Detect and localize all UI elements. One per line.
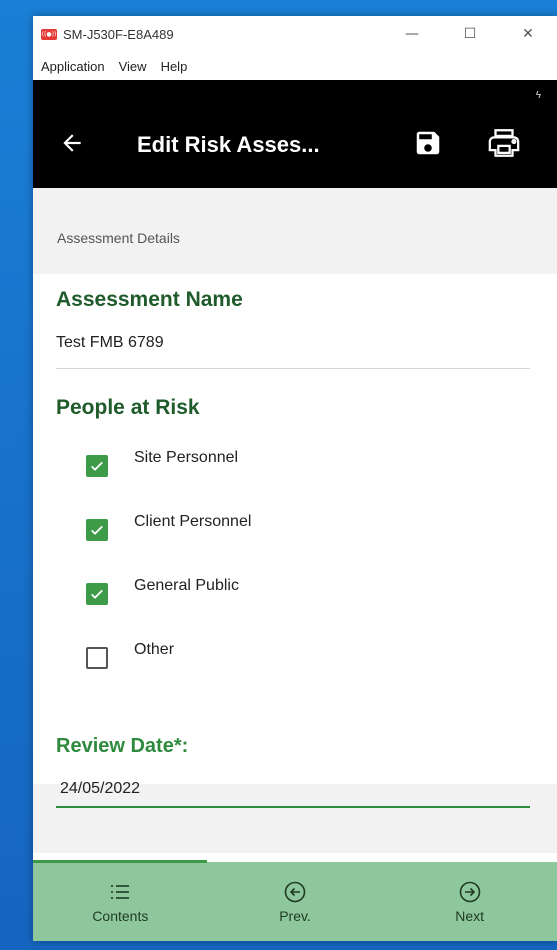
checkbox-general-public[interactable]: General Public bbox=[86, 574, 486, 605]
minimize-button[interactable]: — bbox=[383, 16, 441, 52]
window-title: SM-J530F-E8A489 bbox=[63, 26, 174, 42]
title-bar: ((●)) SM-J530F-E8A489 — ☐ ✕ bbox=[33, 16, 557, 52]
checkbox-site-personnel[interactable]: Site Personnel bbox=[86, 446, 486, 477]
bottom-nav: Contents Prev. Next bbox=[33, 860, 557, 941]
checkbox-checked-icon[interactable] bbox=[86, 455, 108, 477]
page-title: Edit Risk Asses... bbox=[137, 132, 320, 157]
people-at-risk-label: People at Risk bbox=[56, 396, 200, 419]
checkbox-client-personnel[interactable]: Client Personnel bbox=[86, 510, 486, 541]
app-logo-icon: ((●)) bbox=[41, 28, 57, 40]
save-icon[interactable] bbox=[413, 128, 443, 158]
checkbox-label: Site Personnel bbox=[134, 449, 239, 466]
charging-icon: ϟ bbox=[535, 90, 541, 101]
review-date-label: Review Date*: bbox=[56, 735, 189, 757]
nav-label: Prev. bbox=[279, 907, 311, 924]
nav-next[interactable]: Next bbox=[382, 862, 557, 941]
app-header: ϟ Edit Risk Asses... bbox=[33, 80, 557, 188]
nav-label: Contents bbox=[92, 907, 149, 924]
nav-contents[interactable]: Contents bbox=[33, 862, 208, 941]
menu-bar: Application View Help bbox=[33, 52, 557, 80]
checkbox-label: Client Personnel bbox=[134, 513, 252, 530]
app-window: ((●)) SM-J530F-E8A489 — ☐ ✕ Application … bbox=[33, 16, 557, 941]
print-icon[interactable] bbox=[487, 126, 521, 160]
active-tab-indicator bbox=[33, 860, 207, 863]
close-button[interactable]: ✕ bbox=[499, 16, 557, 52]
review-date-input[interactable] bbox=[56, 772, 530, 808]
back-arrow-icon[interactable] bbox=[59, 130, 85, 156]
menu-application[interactable]: Application bbox=[41, 59, 105, 74]
section-header: Assessment Details bbox=[57, 230, 180, 246]
menu-help[interactable]: Help bbox=[161, 59, 188, 74]
arrow-left-circle-icon bbox=[284, 881, 306, 902]
main-content: Assessment Details Assessment Name Test … bbox=[33, 188, 557, 853]
checkbox-checked-icon[interactable] bbox=[86, 519, 108, 541]
nav-prev[interactable]: Prev. bbox=[208, 862, 383, 941]
checkbox-label: General Public bbox=[134, 577, 239, 594]
checkbox-label: Other bbox=[134, 641, 175, 658]
assessment-card: Assessment Name Test FMB 6789 People at … bbox=[33, 274, 557, 784]
arrow-right-circle-icon bbox=[459, 881, 480, 902]
maximize-button[interactable]: ☐ bbox=[441, 16, 499, 52]
assessment-name-value[interactable]: Test FMB 6789 bbox=[56, 334, 164, 352]
list-icon bbox=[111, 884, 130, 899]
nav-label: Next bbox=[455, 907, 485, 924]
menu-view[interactable]: View bbox=[119, 59, 147, 74]
checkbox-unchecked-icon[interactable] bbox=[86, 647, 108, 669]
checkbox-checked-icon[interactable] bbox=[86, 583, 108, 605]
window-controls: — ☐ ✕ bbox=[383, 16, 557, 52]
divider bbox=[56, 368, 530, 369]
checkbox-other[interactable]: Other bbox=[86, 638, 486, 669]
assessment-name-label: Assessment Name bbox=[56, 288, 243, 311]
